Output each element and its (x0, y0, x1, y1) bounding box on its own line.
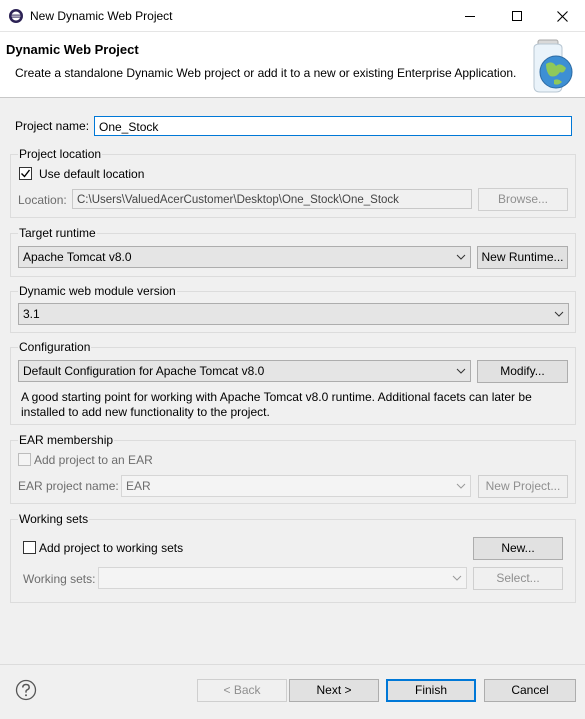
location-label: Location: (18, 193, 67, 207)
window-title: New Dynamic Web Project (30, 9, 173, 23)
new-runtime-button[interactable]: New Runtime... (477, 246, 568, 269)
browse-button[interactable]: Browse... (478, 188, 568, 211)
ear-project-name-select[interactable]: EAR (121, 475, 471, 497)
project-location-title: Project location (18, 147, 103, 161)
working-sets-label: Working sets: (23, 572, 96, 586)
wizard-banner: Dynamic Web Project Create a standalone … (0, 32, 585, 98)
new-working-set-button[interactable]: New... (473, 537, 563, 560)
chevron-down-icon (456, 368, 466, 374)
add-to-ear-label: Add project to an EAR (34, 453, 153, 467)
use-default-location-checkbox[interactable] (19, 167, 32, 180)
close-icon (556, 10, 568, 22)
target-runtime-select[interactable]: Apache Tomcat v8.0 (18, 246, 471, 268)
modify-button[interactable]: Modify... (477, 360, 568, 383)
chevron-down-icon (456, 483, 466, 489)
banner-title: Dynamic Web Project (6, 42, 139, 57)
maximize-button[interactable] (494, 0, 540, 32)
location-input[interactable]: C:\Users\ValuedAcerCustomer\Desktop\One_… (72, 189, 472, 209)
minimize-button[interactable] (447, 0, 493, 32)
working-sets-title: Working sets (18, 512, 90, 526)
close-button[interactable] (539, 0, 585, 32)
ear-project-name-value: EAR (126, 479, 151, 493)
chevron-down-icon (456, 254, 466, 260)
configuration-title: Configuration (18, 340, 92, 354)
configuration-value: Default Configuration for Apache Tomcat … (23, 364, 265, 378)
target-runtime-title: Target runtime (18, 226, 97, 240)
chevron-down-icon (452, 575, 462, 581)
use-default-location-label: Use default location (39, 167, 145, 181)
ear-project-name-label: EAR project name: (18, 479, 119, 493)
chevron-down-icon (554, 311, 564, 317)
eclipse-app-icon (9, 9, 23, 23)
configuration-select[interactable]: Default Configuration for Apache Tomcat … (18, 360, 471, 382)
finish-button[interactable]: Finish (386, 679, 476, 702)
configuration-description-line2: installed to add new functionality to th… (21, 405, 270, 419)
next-button[interactable]: Next > (289, 679, 379, 702)
cancel-button[interactable]: Cancel (484, 679, 576, 702)
banner-description: Create a standalone Dynamic Web project … (15, 66, 517, 80)
project-name-input[interactable]: One_Stock (94, 116, 572, 136)
module-version-value: 3.1 (23, 307, 40, 321)
project-name-label: Project name: (15, 119, 90, 133)
back-button[interactable]: < Back (197, 679, 287, 702)
configuration-description-line1: A good starting point for working with A… (21, 390, 532, 404)
title-bar: New Dynamic Web Project (0, 0, 585, 32)
maximize-icon (512, 11, 522, 21)
select-working-sets-button[interactable]: Select... (473, 567, 563, 590)
module-version-title: Dynamic web module version (18, 284, 177, 298)
web-project-jar-icon (533, 39, 573, 93)
footer-separator (0, 664, 585, 665)
target-runtime-value: Apache Tomcat v8.0 (23, 250, 132, 264)
add-to-working-sets-checkbox[interactable] (23, 541, 36, 554)
add-to-ear-checkbox[interactable] (18, 453, 31, 466)
add-to-working-sets-label: Add project to working sets (39, 541, 184, 555)
working-sets-select[interactable] (98, 567, 467, 589)
checkmark-icon (21, 169, 31, 178)
help-icon[interactable] (15, 679, 37, 701)
module-version-select[interactable]: 3.1 (18, 303, 569, 325)
working-sets-group (10, 519, 576, 603)
new-ear-project-button[interactable]: New Project... (478, 475, 568, 498)
minimize-icon (465, 16, 475, 17)
ear-membership-title: EAR membership (18, 433, 115, 447)
